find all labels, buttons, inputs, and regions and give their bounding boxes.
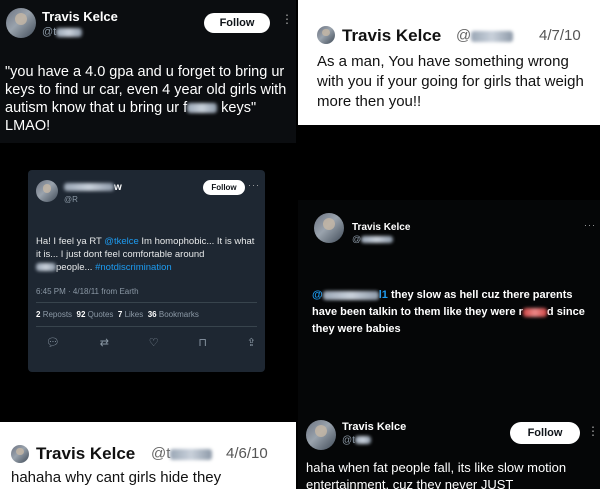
author-handle: @R — [64, 195, 78, 204]
share-icon[interactable]: ⇪ — [247, 336, 256, 352]
follow-button[interactable]: Follow — [203, 180, 245, 195]
avatar[interactable] — [36, 180, 58, 202]
tweet-text: Ha! I feel ya RT @tkelce Im homophobic..… — [36, 236, 255, 273]
tweet-card-6: Travis Kelce @t Follow ⋮ haha when fat p… — [298, 410, 600, 489]
author-handle: @t — [42, 26, 83, 38]
divider — [36, 326, 257, 327]
tweet-text: As a man, You have something wrong with … — [317, 53, 584, 110]
author-handle: @ — [352, 234, 394, 244]
author-handle: @ — [456, 27, 514, 44]
divider — [36, 302, 257, 303]
more-icon[interactable]: ⋮ — [587, 424, 600, 438]
tweet-text: "you have a 4.0 gpa and u forget to brin… — [5, 64, 287, 134]
follow-button[interactable]: Follow — [510, 422, 580, 444]
more-icon[interactable]: ⋮ — [281, 12, 294, 26]
avatar[interactable] — [11, 445, 29, 463]
tweet-date: 4/6/10 — [226, 445, 268, 462]
more-icon[interactable]: ··· — [584, 220, 596, 230]
bookmark-icon[interactable]: ⊓ — [198, 336, 207, 352]
mention-link[interactable]: @tkelce — [104, 236, 138, 247]
author-handle: @t — [151, 445, 213, 462]
author-handle: @t — [342, 435, 371, 446]
author-name[interactable]: Travis Kelce — [42, 9, 118, 24]
author-name[interactable]: w — [64, 182, 122, 193]
mention-link[interactable]: @ l1 — [312, 289, 388, 301]
tweet-date: 4/7/10 — [539, 27, 581, 44]
tweet-text: haha when fat people fall, its like slow… — [306, 460, 567, 489]
engagement-stats: 2 Reposts 92 Quotes 7 Likes 36 Bookmarks — [36, 310, 199, 319]
tweet-card-4: Travis Kelce @ ··· @ l1 they slow as hell… — [298, 200, 600, 410]
tweet-card-5: Travis Kelce @t 4/6/10 hahaha why cant g… — [0, 422, 296, 489]
author-name[interactable]: Travis Kelce — [342, 26, 441, 46]
tweet-text: @ l1 they slow as hell cuz there parents … — [312, 289, 585, 335]
like-icon[interactable]: ♡ — [149, 336, 159, 352]
avatar[interactable] — [306, 420, 336, 450]
follow-button[interactable]: Follow — [204, 13, 270, 33]
avatar[interactable] — [314, 213, 344, 243]
avatar[interactable] — [6, 8, 36, 38]
tweet-text: hahaha why cant girls hide they — [11, 469, 222, 486]
author-name[interactable]: Travis Kelce — [352, 222, 410, 233]
reply-icon[interactable]: 💬︎ — [46, 336, 60, 352]
author-name[interactable]: Travis Kelce — [36, 444, 135, 464]
author-name[interactable]: Travis Kelce — [342, 421, 406, 433]
tweet-card-2: Travis Kelce @ 4/7/10 As a man, You have… — [298, 0, 600, 125]
repost-icon[interactable]: ⇄ — [100, 336, 109, 352]
avatar[interactable] — [317, 26, 335, 44]
more-icon[interactable]: ··· — [248, 180, 260, 190]
action-bar: 💬︎ ⇄ ♡ ⊓ ⇪ — [46, 336, 256, 352]
hashtag-link[interactable]: #notdiscrimination — [95, 262, 172, 273]
tweet-card-1: Travis Kelce @t Follow ⋮ "you have a 4.0… — [0, 0, 296, 143]
tweet-timestamp[interactable]: 6:45 PM · 4/18/11 from Earth — [36, 287, 139, 296]
quoted-tweet-card: w @R Follow ··· Ha! I feel ya RT @tkelce… — [28, 170, 265, 372]
